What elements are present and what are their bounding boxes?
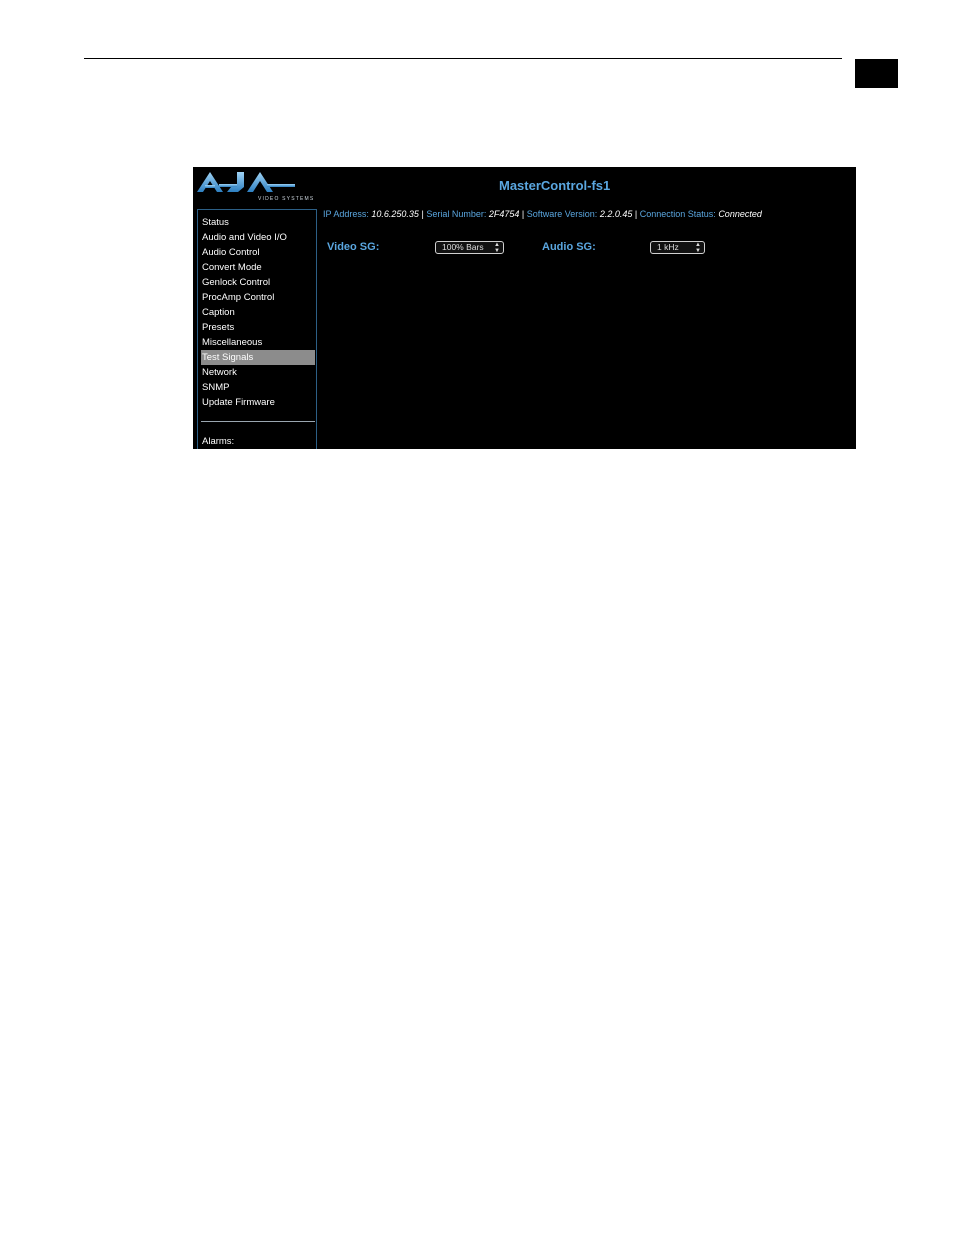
sidebar-item-convert-mode[interactable]: Convert Mode [201, 260, 315, 275]
updown-arrows-icon: ▲ ▼ [494, 242, 500, 254]
sidebar-nav: Status Audio and Video I/O Audio Control… [197, 209, 317, 449]
sidebar-item-genlock-control[interactable]: Genlock Control [201, 275, 315, 290]
web-ui-panel: VIDEO SYSTEMS MasterControl-fs1 Status A… [193, 167, 856, 449]
page-top-rule [84, 58, 842, 59]
sidebar-item-audio-control[interactable]: Audio Control [201, 245, 315, 260]
ip-address-value: 10.6.250.35 [371, 209, 419, 219]
audio-sg-select[interactable]: 1 kHz ▲ ▼ [650, 241, 705, 254]
sidebar-item-update-firmware[interactable]: Update Firmware [201, 395, 315, 410]
sidebar-item-caption[interactable]: Caption [201, 305, 315, 320]
sidebar-item-miscellaneous[interactable]: Miscellaneous [201, 335, 315, 350]
sidebar-item-status[interactable]: Status [201, 215, 315, 230]
sidebar-divider [201, 421, 315, 422]
aja-logo-icon [197, 172, 295, 192]
status-separator: | [421, 209, 424, 219]
sidebar-item-procamp-control[interactable]: ProcAmp Control [201, 290, 315, 305]
video-sg-label: Video SG: [327, 241, 380, 253]
sidebar-item-snmp[interactable]: SNMP [201, 380, 315, 395]
audio-sg-label: Audio SG: [542, 241, 596, 253]
status-separator: | [521, 209, 525, 219]
video-sg-select[interactable]: 100% Bars ▲ ▼ [435, 241, 504, 254]
sidebar-item-test-signals[interactable]: Test Signals [201, 350, 315, 365]
ip-address-label: IP Address: [323, 209, 369, 219]
software-version-label: Software Version: [526, 209, 598, 219]
status-separator: | [634, 209, 638, 219]
connection-status-value: Connected [718, 209, 762, 219]
serial-number-value: 2F4754 [488, 209, 520, 219]
device-status-line: IP Address: 10.6.250.35 | Serial Number:… [323, 209, 762, 219]
aja-logo: VIDEO SYSTEMS [197, 170, 313, 202]
serial-number-label: Serial Number: [426, 209, 487, 219]
page-corner-tab [855, 59, 898, 88]
nav-list: Status Audio and Video I/O Audio Control… [201, 215, 315, 410]
software-version-value: 2.2.0.45 [599, 209, 633, 219]
video-sg-value: 100% Bars [442, 242, 484, 252]
connection-status-label: Connection Status: [639, 209, 716, 219]
app-title: MasterControl-fs1 [499, 178, 611, 193]
sidebar-item-audio-video-io[interactable]: Audio and Video I/O [201, 230, 315, 245]
alarms-label: Alarms: [202, 436, 235, 447]
sidebar-item-presets[interactable]: Presets [201, 320, 315, 335]
updown-arrows-icon: ▲ ▼ [695, 242, 701, 254]
sidebar-item-network[interactable]: Network [201, 365, 315, 380]
audio-sg-value: 1 kHz [657, 242, 679, 252]
logo-subtext: VIDEO SYSTEMS [258, 196, 315, 202]
